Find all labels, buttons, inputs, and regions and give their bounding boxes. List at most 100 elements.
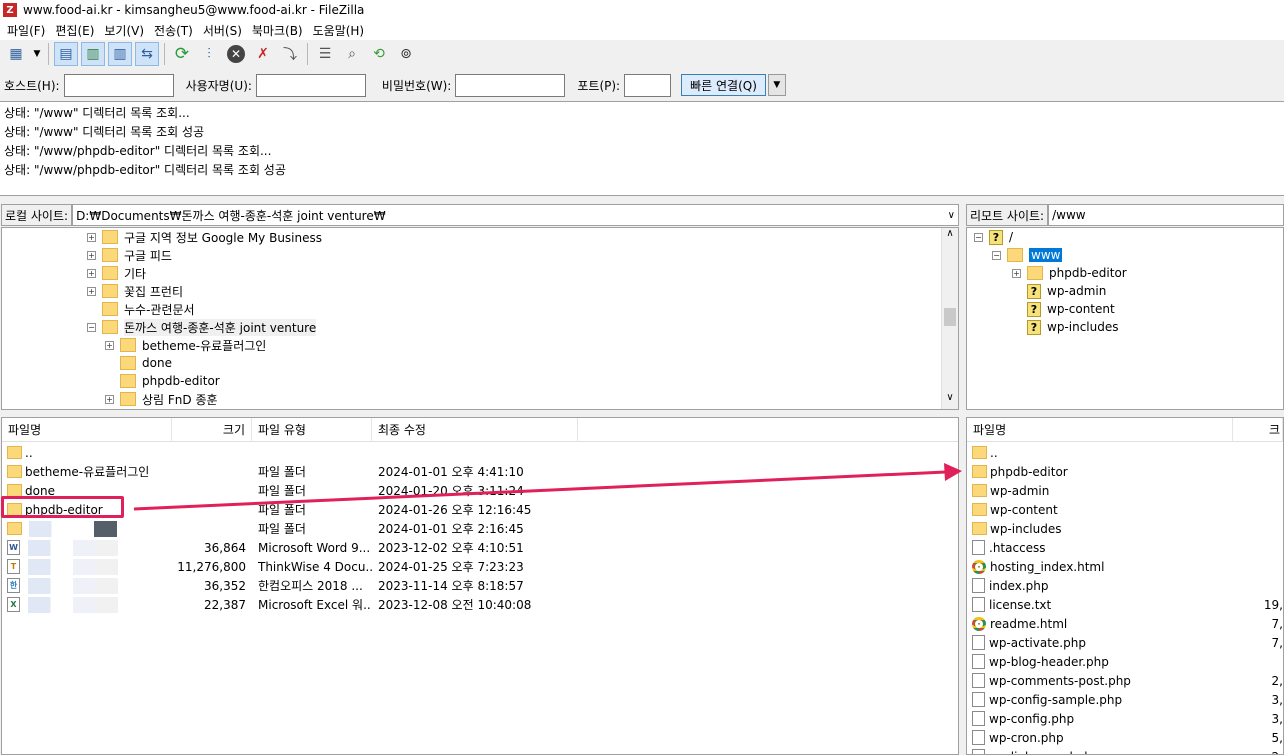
file-row[interactable]: ..: [2, 443, 958, 462]
column-modified-header[interactable]: 최종 수정: [372, 418, 578, 442]
column-name-header[interactable]: 파일명: [967, 418, 1234, 442]
file-row[interactable]: wp-cron.php 5,: [967, 728, 1283, 747]
local-path-text: D:₩Documents₩돈까스 여행-종훈-석훈 joint venture₩: [76, 208, 386, 223]
scroll-thumb[interactable]: [944, 308, 956, 326]
file-row[interactable]: hosting_index.html: [967, 557, 1283, 576]
compare-icon[interactable]: ⌕: [340, 42, 364, 66]
file-row[interactable]: wp-comments-post.php 2,: [967, 671, 1283, 690]
tree-node[interactable]: −? /: [974, 228, 1013, 246]
menu-edit[interactable]: 편집(E): [50, 22, 99, 39]
file-row[interactable]: wp-admin: [967, 481, 1283, 500]
file-row[interactable]: license.txt 19,: [967, 595, 1283, 614]
file-modified: 2024-01-20 오후 3:11:24: [378, 484, 524, 498]
file-row[interactable]: readme.html 7,: [967, 614, 1283, 633]
password-input[interactable]: [455, 73, 566, 97]
column-size-header[interactable]: 크기: [172, 418, 252, 442]
tree-node[interactable]: 누수-관련문서: [102, 300, 195, 318]
file-row[interactable]: index.php: [967, 576, 1283, 595]
expand-icon[interactable]: +: [87, 250, 96, 260]
column-size-header[interactable]: 크: [1233, 418, 1283, 442]
refresh-icon[interactable]: ⟳: [170, 42, 194, 66]
tree-node[interactable]: + 꽃집 프런티: [87, 282, 183, 300]
menu-bookmarks[interactable]: 북마크(B): [247, 22, 308, 39]
php-file-icon: [972, 711, 985, 726]
transfer-queue-icon[interactable]: ⇆: [135, 42, 159, 66]
expand-icon[interactable]: +: [87, 286, 96, 296]
tree-node[interactable]: done: [120, 354, 172, 372]
port-input[interactable]: [624, 73, 672, 97]
cancel-icon[interactable]: ✕: [224, 42, 248, 66]
file-row[interactable]: T 11,276,800 ThinkWise 4 Docu... 2024-01-25…: [2, 557, 958, 576]
tree-node[interactable]: ? wp-admin: [1027, 282, 1106, 300]
filter-icon[interactable]: ☰: [313, 42, 337, 66]
menu-transfer[interactable]: 전송(T): [149, 22, 198, 39]
expand-icon[interactable]: +: [1012, 268, 1021, 278]
tree-node-current[interactable]: − www: [992, 246, 1063, 264]
file-row[interactable]: phpdb-editor 파일 폴더 2024-01-26 오후 12:16:45: [2, 500, 958, 519]
file-row[interactable]: wp-blog-header.php: [967, 652, 1283, 671]
tree-node[interactable]: phpdb-editor: [120, 372, 220, 390]
search-icon[interactable]: ⊚: [394, 42, 418, 66]
local-path-input[interactable]: D:₩Documents₩돈까스 여행-종훈-석훈 joint venture₩…: [72, 204, 959, 226]
menu-file[interactable]: 파일(F): [2, 22, 50, 39]
remote-path-input[interactable]: /www: [1048, 204, 1284, 226]
filezilla-icon: Z: [3, 3, 17, 17]
tree-node[interactable]: + betheme-유료플러그인: [105, 336, 266, 354]
file-row[interactable]: wp-config.php 3,: [967, 709, 1283, 728]
file-row[interactable]: X 22,387 Microsoft Excel 워... 2023-12-08 오전…: [2, 595, 958, 614]
dropdown-icon[interactable]: ▼: [31, 42, 43, 66]
tree-node[interactable]: + 상림 FnD 종훈: [105, 390, 218, 408]
collapse-icon[interactable]: −: [974, 232, 983, 242]
tree-node[interactable]: ? wp-includes: [1027, 318, 1119, 336]
username-input[interactable]: [255, 73, 366, 97]
process-queue-icon[interactable]: ⫶: [197, 42, 221, 66]
column-type-header[interactable]: 파일 유형: [252, 418, 372, 442]
expand-icon[interactable]: +: [105, 340, 114, 350]
file-row[interactable]: ..: [967, 443, 1283, 462]
file-row[interactable]: phpdb-editor: [967, 462, 1283, 481]
scroll-down-icon[interactable]: ∨: [942, 392, 958, 409]
tree-node[interactable]: + 구글 지역 정보 Google My Business: [87, 228, 322, 246]
file-row[interactable]: .htaccess: [967, 538, 1283, 557]
expand-icon[interactable]: +: [87, 232, 96, 242]
file-row[interactable]: done 파일 폴더 2024-01-20 오후 3:11:24: [2, 481, 958, 500]
expand-icon[interactable]: +: [87, 268, 96, 278]
remote-tree-icon[interactable]: ▥: [108, 42, 132, 66]
host-input[interactable]: [63, 73, 174, 97]
tree-node[interactable]: + phpdb-editor: [1012, 264, 1127, 282]
local-tree-scrollbar[interactable]: ∧ ∨: [941, 228, 958, 409]
file-row[interactable]: W 36,864 Microsoft Word 9... 2023-12-02 오후 …: [2, 538, 958, 557]
scroll-up-icon[interactable]: ∧: [942, 228, 958, 245]
file-row[interactable]: wp-content: [967, 500, 1283, 519]
file-row[interactable]: 한 36,352 한컴오피스 2018 ... 2023-11-14 오후 8:18:…: [2, 576, 958, 595]
file-row[interactable]: wp-links-opml.php 2,: [967, 747, 1283, 754]
file-size: 7,: [1271, 616, 1283, 631]
menu-view[interactable]: 보기(V): [99, 22, 149, 39]
reconnect-icon[interactable]: ⤵: [278, 42, 302, 66]
tree-node[interactable]: + 구글 피드: [87, 246, 172, 264]
file-row[interactable]: wp-includes: [967, 519, 1283, 538]
quickconnect-button[interactable]: 빠른 연결(Q): [681, 74, 766, 96]
column-name-header[interactable]: 파일명: [2, 418, 172, 442]
file-row[interactable]: wp-config-sample.php 3,: [967, 690, 1283, 709]
tree-node-current[interactable]: − 돈까스 여행-종훈-석훈 joint venture: [87, 318, 317, 336]
tree-node[interactable]: ? wp-content: [1027, 300, 1115, 318]
file-row[interactable]: wp-activate.php 7,: [967, 633, 1283, 652]
quickconnect-dropdown-icon[interactable]: ▼: [767, 74, 786, 96]
chevron-down-icon[interactable]: ∨: [948, 210, 955, 221]
tree-node[interactable]: + 기타: [87, 264, 146, 282]
sync-browse-icon[interactable]: ⟲: [367, 42, 391, 66]
file-name: wp-includes: [990, 521, 1062, 536]
local-site-label: 로컬 사이트:: [1, 204, 73, 226]
menu-server[interactable]: 서버(S): [198, 22, 247, 39]
disconnect-icon[interactable]: ✗: [251, 42, 275, 66]
local-tree-icon[interactable]: ▥: [81, 42, 105, 66]
collapse-icon[interactable]: −: [992, 250, 1001, 260]
file-row[interactable]: 파일 폴더 2024-01-01 오후 2:16:45: [2, 519, 958, 538]
menu-help[interactable]: 도움말(H): [308, 22, 370, 39]
site-manager-icon[interactable]: ▦: [4, 42, 28, 66]
collapse-icon[interactable]: −: [87, 322, 96, 332]
file-row[interactable]: betheme-유료플러그인 파일 폴더 2024-01-01 오후 4:41:10: [2, 462, 958, 481]
expand-icon[interactable]: +: [105, 394, 114, 404]
message-log-icon[interactable]: ▤: [54, 42, 78, 66]
